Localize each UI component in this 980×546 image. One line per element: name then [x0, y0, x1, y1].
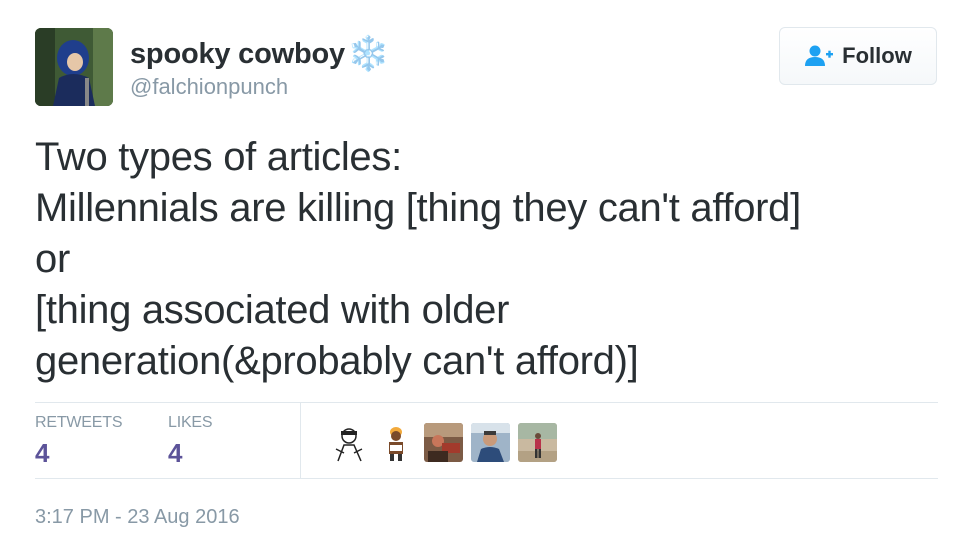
follow-button[interactable]: Follow [779, 27, 937, 85]
follow-button-label: Follow [842, 43, 912, 68]
stats-divider-top [35, 402, 938, 403]
tweet-text-line: Two types of articles: [35, 135, 402, 179]
author-avatar[interactable] [35, 28, 113, 106]
likes-count: 4 [168, 438, 183, 468]
liker-avatar[interactable] [471, 423, 510, 462]
tweet-text-line: Millennials are killing [thing they can'… [35, 186, 801, 230]
liker-avatar[interactable] [377, 423, 416, 462]
snowflake-icon: ❄️ [346, 35, 390, 73]
retweets-label: RETWEETS [35, 414, 123, 431]
liker-avatar[interactable] [330, 423, 369, 462]
stats-divider-bottom [35, 478, 938, 479]
liker-avatars [330, 423, 557, 462]
retweets-count: 4 [35, 438, 50, 468]
retweets-stat[interactable]: RETWEETS 4 [35, 414, 122, 469]
add-user-icon [805, 45, 834, 66]
tweet-card: spooky cowboy ❄️ @falchionpunch Follow T… [0, 0, 980, 546]
author-display-name[interactable]: spooky cowboy [130, 38, 345, 71]
tweet-text-line: [thing associated with older [35, 288, 510, 332]
tweet-text-line: or [35, 237, 70, 281]
liker-avatar[interactable] [424, 423, 463, 462]
author-name-row[interactable]: spooky cowboy ❄️ [130, 34, 389, 74]
likes-stat[interactable]: LIKES 4 [168, 414, 213, 469]
tweet-timestamp[interactable]: 3:17 PM - 23 Aug 2016 [35, 506, 240, 529]
tweet-text-line: generation(&probably can't afford)] [35, 339, 639, 383]
author-handle[interactable]: @falchionpunch [130, 74, 288, 100]
liker-avatar[interactable] [518, 423, 557, 462]
tweet-text: Two types of articles: Millennials are k… [35, 132, 935, 387]
likes-label: LIKES [168, 414, 213, 431]
stats-vertical-divider [300, 403, 301, 478]
